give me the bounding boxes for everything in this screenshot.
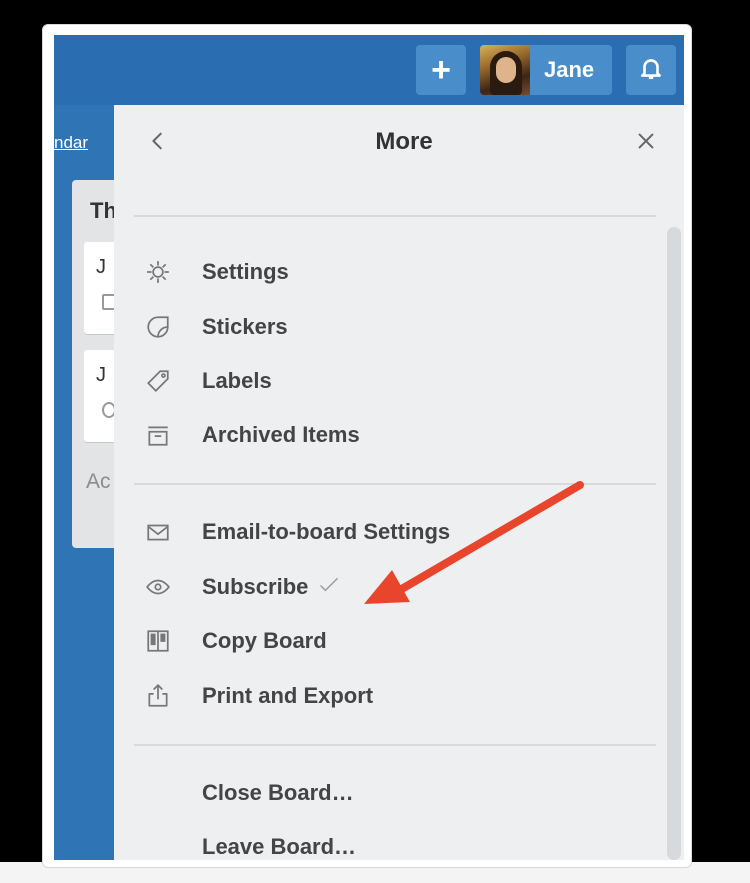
menu-item-label: Settings (202, 259, 289, 284)
email-icon (138, 518, 178, 546)
menu-item-label: Leave Board… (202, 834, 357, 859)
close-button[interactable] (628, 125, 664, 161)
divider (134, 483, 656, 485)
divider (134, 215, 656, 217)
archive-icon (138, 421, 178, 449)
close-icon (635, 130, 657, 157)
share-icon (138, 682, 178, 710)
trello-board-window: + Jane ndar Th J J Ac More Settings Stic… (54, 35, 684, 860)
menu-item-label: Close Board… (202, 780, 354, 805)
avatar (480, 45, 530, 95)
menu-item-label: Copy Board (202, 628, 327, 653)
add-button[interactable]: + (416, 45, 466, 95)
menu-item-label: Stickers (202, 314, 288, 339)
menu-item-close-board[interactable]: Close Board… (138, 771, 638, 815)
tag-icon (138, 367, 178, 395)
menu-item-label: Email-to-board Settings (202, 519, 451, 544)
calendar-link[interactable]: ndar (54, 133, 88, 153)
gear-icon (138, 258, 178, 286)
checkmark-icon (318, 576, 340, 599)
scrollbar[interactable] (667, 227, 681, 860)
plus-icon: + (431, 50, 451, 89)
menu-item-label: Archived Items (202, 422, 360, 447)
menu-item-label: Print and Export (202, 683, 374, 708)
user-menu-button[interactable]: Jane (480, 45, 612, 95)
bell-icon (638, 55, 664, 86)
menu-item-labels[interactable]: Labels (138, 359, 638, 403)
eye-icon (138, 573, 178, 601)
menu-item-label: Labels (202, 368, 272, 393)
menu-item-stickers[interactable]: Stickers (138, 305, 638, 349)
list-title: Th (90, 198, 117, 223)
sticker-icon (138, 313, 178, 341)
card-title: J (96, 364, 106, 386)
menu-item-leave-board[interactable]: Leave Board… (138, 825, 638, 860)
more-menu-panel: More Settings Stickers Labels Archived I… (114, 105, 684, 860)
divider (134, 744, 656, 746)
top-header-bar: + Jane (54, 35, 684, 105)
menu-item-subscribe[interactable]: Subscribe (138, 565, 638, 609)
card-title: J (96, 256, 106, 278)
user-name: Jane (544, 57, 595, 82)
menu-item-copy-board[interactable]: Copy Board (138, 619, 638, 663)
menu-item-print-export[interactable]: Print and Export (138, 674, 638, 718)
panel-title: More (375, 128, 433, 155)
menu-item-email-to-board[interactable]: Email-to-board Settings (138, 510, 638, 554)
add-card-link[interactable]: Ac (86, 470, 111, 494)
menu-item-archived-items[interactable]: Archived Items (138, 413, 638, 457)
board-icon (138, 627, 178, 655)
notifications-button[interactable] (626, 45, 676, 95)
menu-item-label: Subscribe (202, 574, 309, 599)
menu-item-settings[interactable]: Settings (138, 250, 638, 294)
